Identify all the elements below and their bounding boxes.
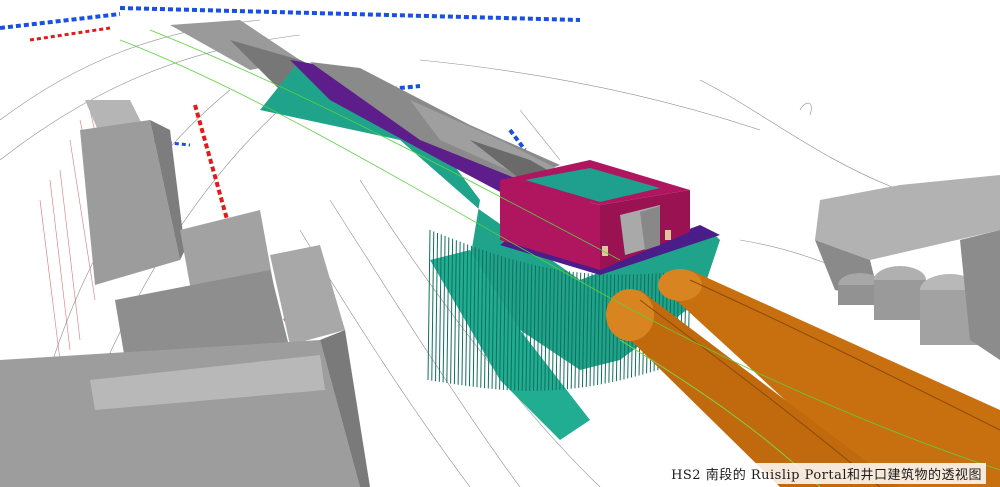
pile-column — [435, 232, 439, 382]
neighbouring-buildings — [0, 100, 370, 487]
perspective-render — [0, 6, 1000, 487]
station-building-right — [815, 175, 1000, 360]
pile-column — [438, 234, 442, 382]
pile-column — [431, 231, 435, 381]
figure-caption: HS2 南段的 Ruislip Portal和井口建筑物的透视图 — [667, 463, 986, 484]
pile-column — [427, 229, 431, 381]
